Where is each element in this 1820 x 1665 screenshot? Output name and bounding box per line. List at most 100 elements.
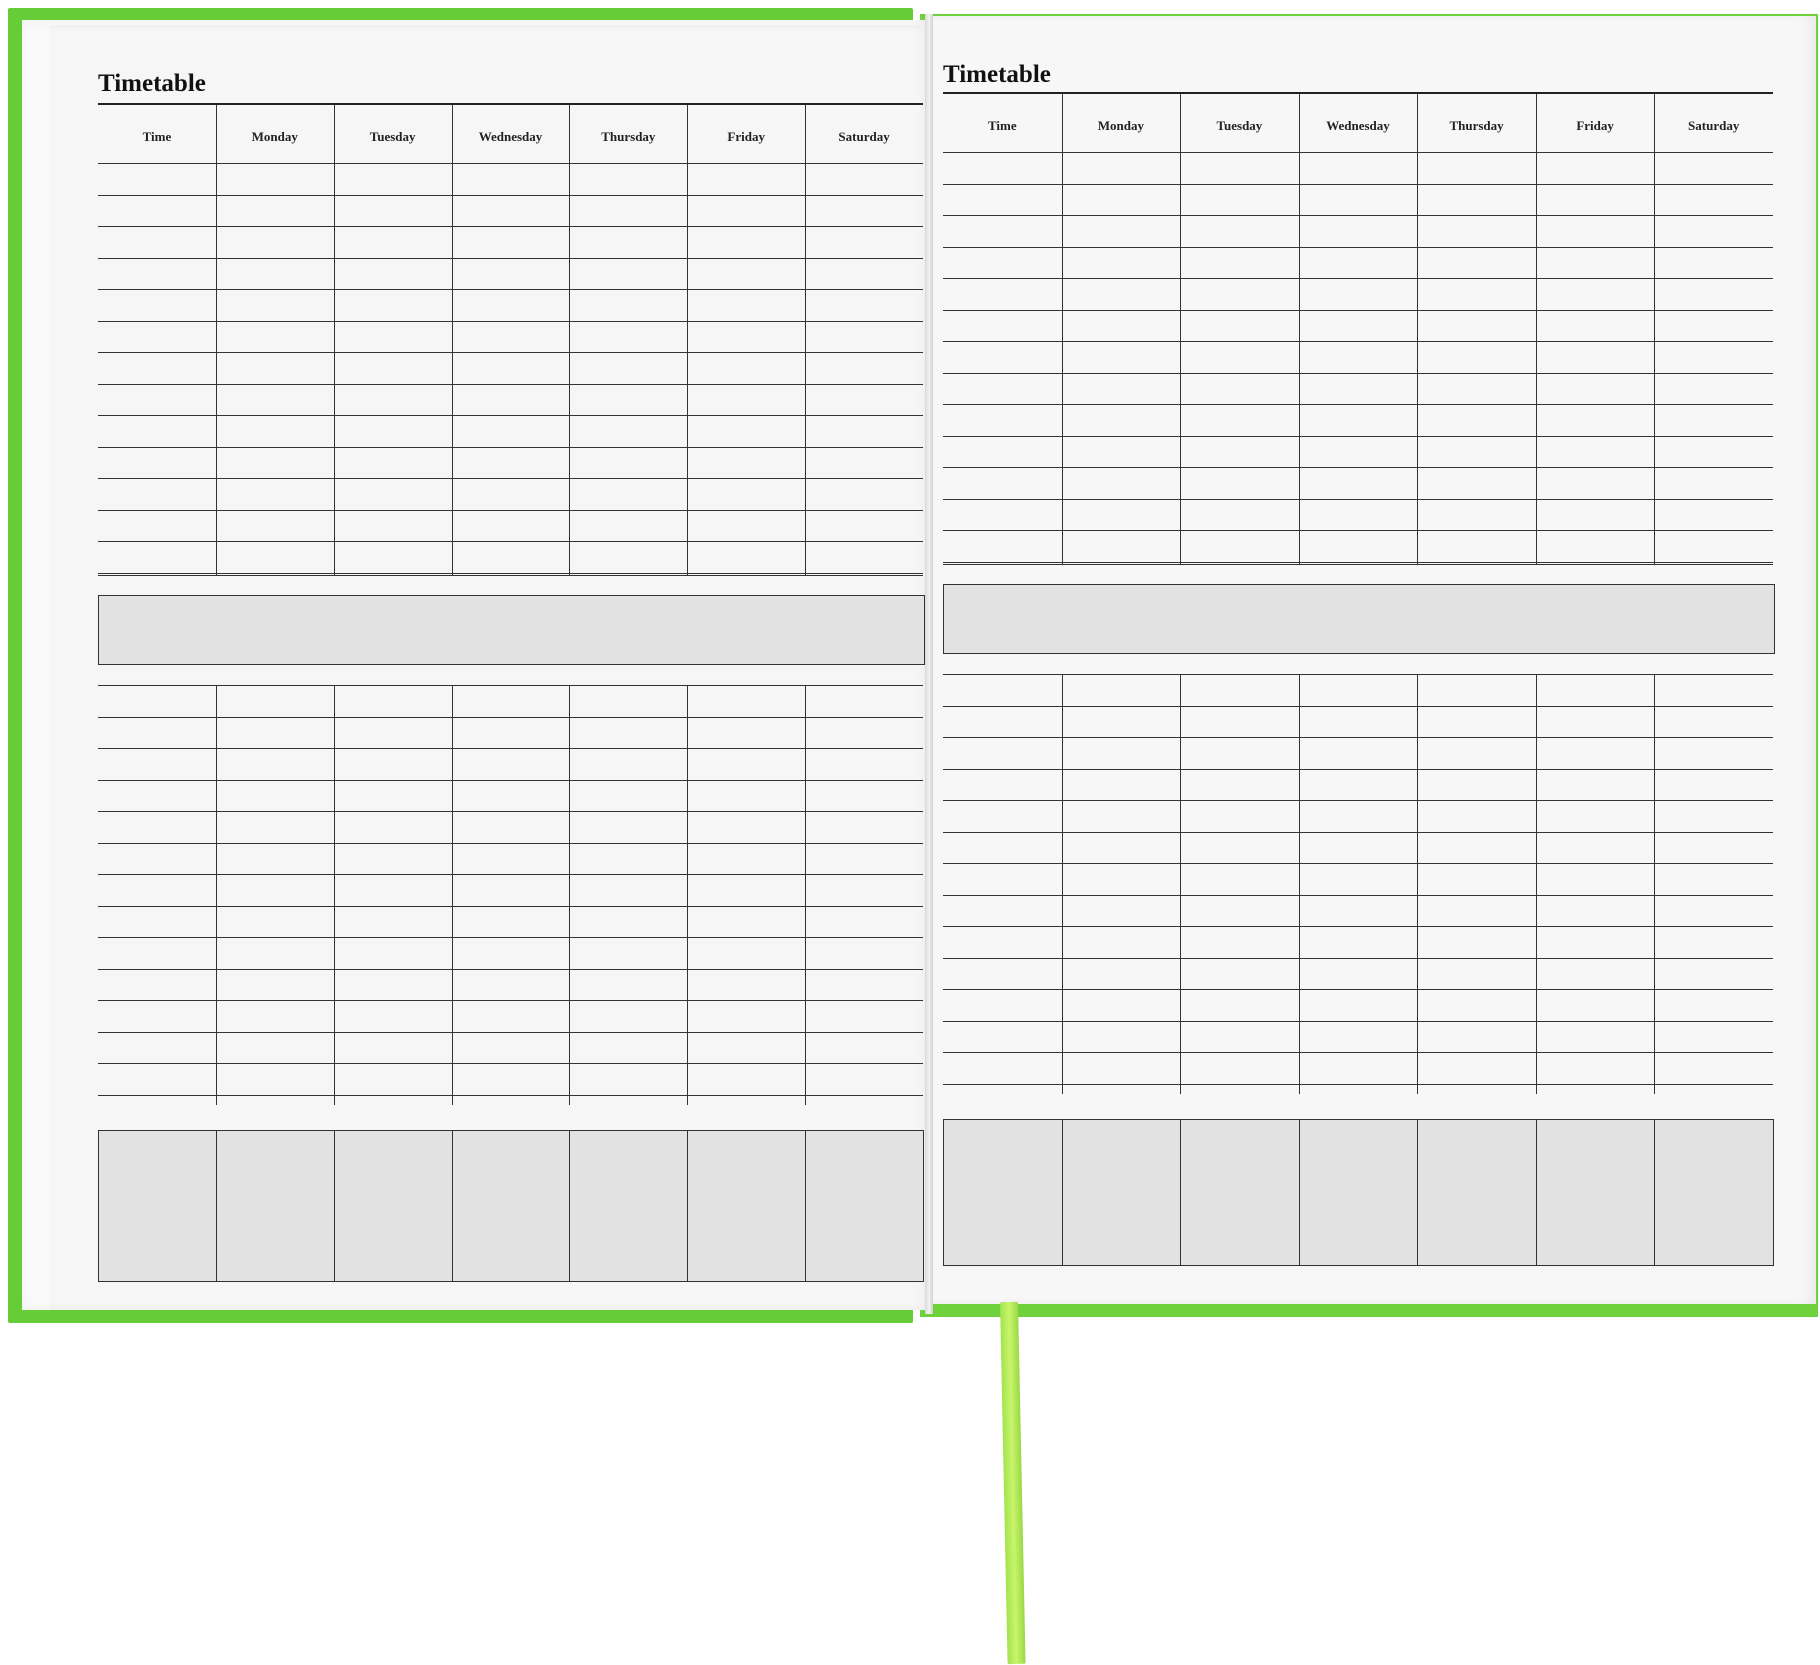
summary-box	[1180, 1119, 1300, 1266]
summary-box	[1061, 1119, 1182, 1266]
header-divider	[98, 163, 923, 164]
row-line	[98, 748, 923, 749]
row-line	[98, 257, 923, 259]
row-line	[943, 341, 1773, 342]
row-line	[943, 831, 1773, 833]
row-line	[98, 415, 923, 416]
row-line	[98, 842, 923, 844]
row-line	[943, 372, 1773, 374]
left-page-title: Timetable	[98, 70, 206, 97]
header-wednesday: Wednesday	[478, 129, 543, 144]
row-line	[98, 541, 923, 542]
row-line	[98, 446, 923, 448]
row-line	[98, 874, 923, 875]
row-line	[98, 968, 923, 970]
summary-box	[98, 1130, 217, 1282]
row-line	[943, 957, 1773, 959]
right-page-title: Timetable	[943, 61, 1051, 88]
right-timetable-grid: Time Monday Tuesday Wednesday Thursday Friday…	[943, 94, 1775, 1274]
row-line	[98, 509, 923, 511]
row-line	[943, 215, 1773, 216]
book-spine	[925, 14, 933, 1314]
row-line	[943, 1020, 1773, 1022]
row-line	[943, 1083, 1773, 1085]
header-time: Time	[987, 118, 1017, 133]
row-line	[98, 226, 923, 227]
row-line	[98, 572, 923, 574]
row-line	[98, 937, 923, 938]
column-divider	[1417, 94, 1419, 564]
bookmark-ribbon	[1000, 1301, 1026, 1665]
row-line	[943, 1052, 1773, 1053]
column-divider	[1654, 94, 1656, 564]
header-tuesday: Tuesday	[369, 129, 416, 144]
header-monday: Monday	[1097, 118, 1144, 133]
summary-box	[1654, 1119, 1774, 1266]
summary-box	[943, 1119, 1063, 1266]
row-line	[943, 530, 1773, 531]
header-wednesday: Wednesday	[1326, 118, 1390, 133]
row-line	[98, 478, 923, 479]
notes-box	[943, 584, 1775, 654]
header-monday: Monday	[251, 129, 298, 144]
summary-box	[1535, 1119, 1656, 1266]
row-line	[943, 863, 1773, 864]
row-line	[98, 811, 923, 812]
row-line	[943, 278, 1773, 279]
header-time: Time	[142, 129, 172, 144]
row-line	[943, 926, 1773, 927]
row-line	[943, 246, 1773, 248]
column-divider	[687, 105, 689, 575]
row-line	[98, 1094, 923, 1096]
notes-box	[98, 595, 925, 665]
row-line	[98, 320, 923, 322]
row-line	[98, 194, 923, 196]
row-line	[98, 352, 923, 353]
summary-box	[451, 1130, 571, 1282]
row-line	[943, 183, 1773, 185]
row-line	[943, 309, 1773, 311]
column-divider	[333, 105, 335, 575]
row-line	[98, 685, 923, 686]
row-line	[943, 404, 1773, 405]
right-page: Timetable Time Monday Tuesday Wednesday Thur…	[928, 16, 1816, 1304]
row-line	[943, 674, 1773, 675]
left-page: Timetable Time Monday Tuesday Wednesday Thur…	[50, 25, 930, 1310]
header-friday: Friday	[1576, 118, 1614, 133]
summary-box	[569, 1130, 689, 1282]
row-line	[98, 1031, 923, 1033]
column-divider	[569, 105, 571, 575]
header-thursday: Thursday	[1449, 118, 1504, 133]
row-line	[943, 800, 1773, 801]
column-divider	[1061, 94, 1063, 564]
left-timetable-grid: Time Monday Tuesday Wednesday Thursday Friday…	[98, 105, 925, 1305]
header-friday: Friday	[727, 129, 765, 144]
row-line	[943, 498, 1773, 500]
column-divider	[805, 105, 807, 575]
summary-box	[1417, 1119, 1537, 1266]
row-line	[98, 1000, 923, 1001]
row-line	[943, 435, 1773, 437]
summary-box	[805, 1130, 924, 1282]
header-saturday: Saturday	[838, 129, 890, 144]
summary-box	[687, 1130, 807, 1282]
row-line	[943, 894, 1773, 896]
summary-box	[1298, 1119, 1419, 1266]
column-divider	[215, 105, 217, 575]
row-line	[943, 989, 1773, 990]
row-line	[943, 561, 1773, 563]
column-divider	[451, 105, 453, 575]
row-line	[98, 905, 923, 907]
summary-box	[215, 1130, 335, 1282]
header-divider	[943, 152, 1773, 153]
row-line	[98, 383, 923, 385]
header-tuesday: Tuesday	[1216, 118, 1263, 133]
row-line	[98, 289, 923, 290]
row-line	[98, 1063, 923, 1064]
column-divider	[1180, 94, 1182, 564]
row-line	[98, 779, 923, 781]
row-line	[943, 705, 1773, 707]
column-divider	[1535, 94, 1537, 564]
row-line	[98, 575, 923, 576]
row-line	[943, 564, 1773, 565]
